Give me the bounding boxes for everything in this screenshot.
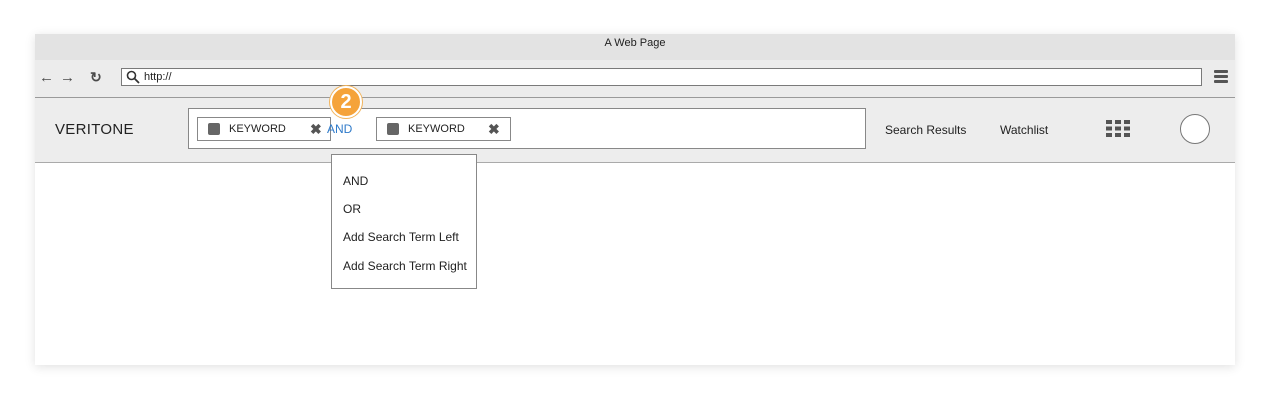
magnifier-icon — [126, 70, 140, 84]
brand-logo: VERITONE — [55, 121, 134, 138]
back-arrow-icon[interactable]: ← — [39, 69, 54, 86]
close-icon[interactable]: ✖ — [488, 121, 500, 137]
nav-search-results[interactable]: Search Results — [885, 123, 966, 137]
operator-dropdown-menu: AND OR Add Search Term Left Add Search T… — [331, 154, 477, 289]
square-icon — [208, 123, 220, 135]
forward-arrow-icon[interactable]: → — [60, 69, 75, 86]
browser-window: A Web Page ← → ↻ http:// VERITONE KEYWOR… — [35, 34, 1235, 365]
chip-label: KEYWORD — [229, 123, 286, 135]
close-icon[interactable]: ✖ — [310, 121, 322, 137]
address-bar[interactable]: http:// — [121, 68, 1202, 86]
search-chip-1[interactable]: KEYWORD ✖ — [197, 117, 331, 141]
operator-toggle[interactable]: AND — [327, 122, 352, 136]
reload-icon[interactable]: ↻ — [90, 69, 102, 86]
app-header: VERITONE KEYWORD ✖ AND KEYWORD ✖ Search … — [35, 98, 1235, 163]
chip-label: KEYWORD — [408, 123, 465, 135]
menu-item-add-right[interactable]: Add Search Term Right — [343, 259, 467, 273]
window-title: A Web Page — [35, 34, 1235, 60]
menu-item-add-left[interactable]: Add Search Term Left — [343, 230, 459, 244]
nav-watchlist[interactable]: Watchlist — [1000, 123, 1048, 137]
avatar-icon[interactable] — [1180, 114, 1210, 144]
hamburger-icon[interactable] — [1214, 70, 1228, 83]
square-icon — [387, 123, 399, 135]
step-badge: 2 — [330, 86, 362, 118]
search-bar[interactable]: KEYWORD ✖ AND KEYWORD ✖ — [188, 108, 866, 149]
menu-item-and[interactable]: AND — [343, 174, 368, 188]
url-text: http:// — [144, 71, 172, 83]
grid-icon[interactable] — [1106, 120, 1130, 137]
search-chip-2[interactable]: KEYWORD ✖ — [376, 117, 511, 141]
browser-toolbar: ← → ↻ http:// — [35, 60, 1235, 98]
menu-item-or[interactable]: OR — [343, 202, 361, 216]
